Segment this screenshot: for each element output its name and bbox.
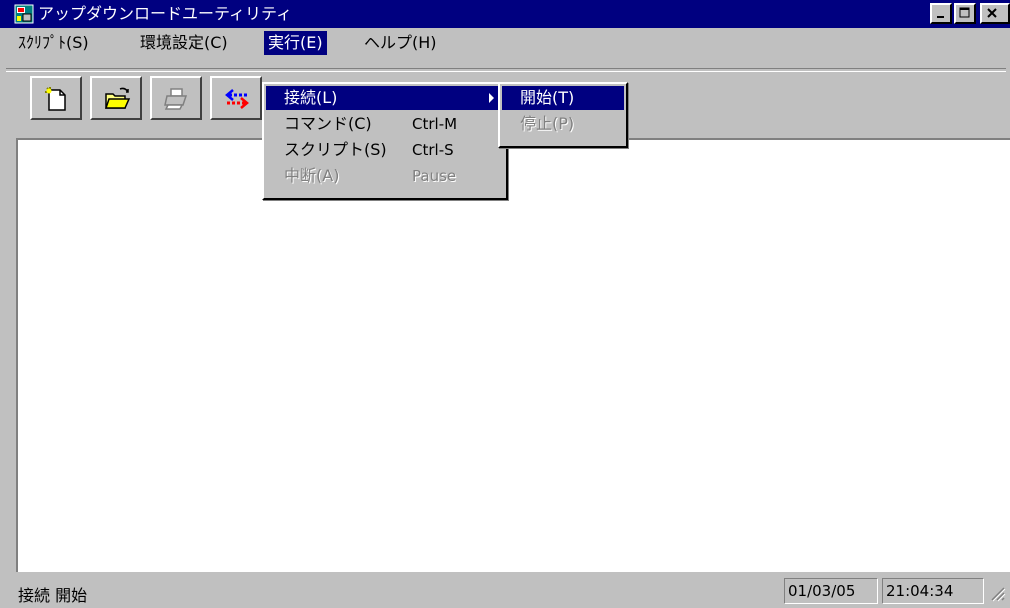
status-time: 21:04:34 bbox=[882, 578, 984, 604]
menu-item-script[interactable]: スクリプト(S) Ctrl-S bbox=[266, 138, 504, 162]
menu-item-command-shortcut: Ctrl-M bbox=[412, 115, 458, 133]
menu-item-command-label: コマンド(C) bbox=[284, 114, 372, 133]
output-area[interactable] bbox=[16, 138, 1010, 572]
app-icon[interactable] bbox=[14, 4, 34, 24]
resize-grip-icon[interactable] bbox=[988, 584, 1006, 602]
menu-item-command[interactable]: コマンド(C) Ctrl-M bbox=[266, 112, 504, 136]
new-file-icon bbox=[45, 87, 66, 111]
toolbar-separator bbox=[6, 68, 1006, 72]
close-icon bbox=[987, 8, 997, 18]
connect-icon bbox=[225, 89, 249, 109]
menu-item-script-label: スクリプト(S) bbox=[284, 140, 387, 159]
menu-item-start[interactable]: 開始(T) bbox=[502, 86, 624, 110]
menu-item-stop: 停止(P) bbox=[502, 112, 624, 136]
status-message: 接続 開始 bbox=[18, 586, 88, 605]
menu-bar: ｽｸﾘﾌﾟﾄ(S) 環境設定(C) 実行(E) ヘルプ(H) bbox=[0, 28, 1010, 58]
menu-item-connect[interactable]: 接続(L) bbox=[266, 86, 504, 110]
connect-submenu: 開始(T) 停止(P) bbox=[498, 82, 628, 148]
maximize-button[interactable] bbox=[954, 3, 976, 24]
menu-item-abort-label: 中断(A) bbox=[284, 166, 340, 185]
open-folder-icon bbox=[104, 87, 131, 109]
menu-item-abort-shortcut: Pause bbox=[412, 167, 457, 185]
title-bar[interactable]: アップダウンロードユーティリティ bbox=[0, 0, 1010, 28]
connect-button[interactable] bbox=[210, 76, 262, 120]
run-menu-dropdown: 接続(L) コマンド(C) Ctrl-M スクリプト(S) Ctrl-S 中断(… bbox=[262, 82, 508, 200]
menu-script[interactable]: ｽｸﾘﾌﾟﾄ(S) bbox=[14, 31, 93, 55]
menu-settings[interactable]: 環境設定(C) bbox=[136, 31, 232, 55]
app-window: アップダウンロードユーティリティ ｽｸﾘﾌﾟﾄ(S) 環境設定(C) 実行(E)… bbox=[0, 0, 1010, 608]
maximize-icon bbox=[959, 7, 970, 18]
status-date: 01/03/05 bbox=[784, 578, 878, 604]
menu-item-start-label: 開始(T) bbox=[520, 88, 575, 107]
close-button[interactable] bbox=[980, 3, 1010, 24]
open-folder-button[interactable] bbox=[90, 76, 142, 120]
menu-item-stop-label: 停止(P) bbox=[520, 114, 575, 133]
minimize-icon bbox=[937, 16, 944, 18]
window-title: アップダウンロードユーティリティ bbox=[38, 4, 293, 23]
menu-item-script-shortcut: Ctrl-S bbox=[412, 141, 454, 159]
print-icon bbox=[164, 88, 188, 110]
menu-help[interactable]: ヘルプ(H) bbox=[360, 31, 441, 55]
submenu-arrow-icon bbox=[489, 93, 494, 103]
menu-item-connect-label: 接続(L) bbox=[284, 88, 338, 107]
status-bar: 接続 開始 01/03/05 21:04:34 bbox=[0, 574, 1010, 608]
print-button[interactable] bbox=[150, 76, 202, 120]
menu-item-abort: 中断(A) Pause bbox=[266, 164, 504, 188]
minimize-button[interactable] bbox=[930, 3, 952, 24]
new-file-button[interactable] bbox=[30, 76, 82, 120]
menu-run[interactable]: 実行(E) bbox=[264, 31, 327, 55]
